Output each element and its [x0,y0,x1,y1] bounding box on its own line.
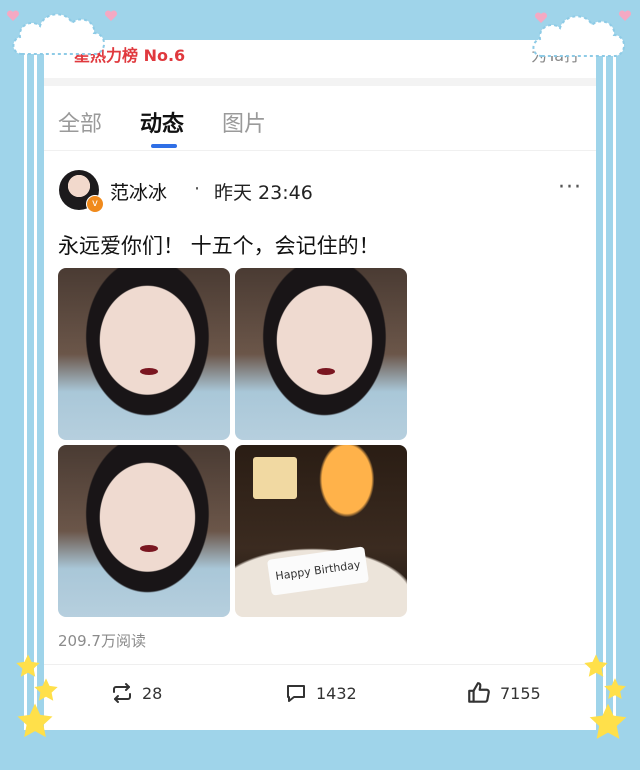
verified-badge-icon: v [86,195,104,213]
top-banner: 星热力榜 No.6 为Ta打 [44,40,596,86]
star-decoration-icon [17,703,53,738]
repost-icon [110,681,134,705]
photo-detail [317,368,335,375]
heart-icon [534,12,548,23]
like-button[interactable]: 7155 [466,676,541,710]
photo-detail [253,457,297,499]
separator-dot: · [194,178,201,200]
frame-stripe [613,40,616,730]
photo-grid: Happy Birthday [58,268,407,617]
post-text: 永远爱你们！ 十五个，会记住的！ [58,234,380,258]
post-photo-1[interactable] [58,268,230,440]
cake-label: Happy Birthday [266,546,370,596]
heart-icon [6,10,20,21]
frame-stripe [603,40,606,730]
star-decoration-icon [604,678,626,699]
tab-bar: 全部 动态 图片 [44,86,596,151]
comment-count: 1432 [316,683,357,703]
repost-count: 28 [142,683,163,703]
comment-icon [284,681,308,705]
cloud-decoration-icon [12,13,105,55]
heart-icon [104,10,118,21]
active-tab-indicator [151,144,177,148]
photo-detail [140,368,158,375]
frame-stripe [34,40,37,730]
star-decoration-icon [589,703,627,739]
frame-stripe [24,40,27,730]
more-options-icon[interactable]: ··· [558,175,582,200]
tab-images[interactable]: 图片 [222,106,266,138]
tab-feed[interactable]: 动态 [140,106,184,138]
photo-detail [140,545,158,552]
weibo-post-card: 星热力榜 No.6 为Ta打 全部 动态 图片 v 范冰冰 · 昨天 23:46… [44,40,596,730]
comment-button[interactable]: 1432 [284,676,357,710]
thumbs-up-icon [466,680,492,706]
tab-all[interactable]: 全部 [58,106,102,138]
read-count: 209.7万阅读 [58,632,146,650]
repost-button[interactable]: 28 [110,676,162,710]
post-photo-2[interactable] [235,268,407,440]
post-photo-4[interactable]: Happy Birthday [235,445,407,617]
author-name[interactable]: 范冰冰 [110,178,167,205]
post-photo-3[interactable] [58,445,230,617]
post-time: 昨天 23:46 [214,182,313,204]
post-header: v 范冰冰 · 昨天 23:46 ··· [44,165,596,215]
like-count: 7155 [500,683,541,703]
heart-icon [618,10,632,21]
divider [44,664,596,665]
